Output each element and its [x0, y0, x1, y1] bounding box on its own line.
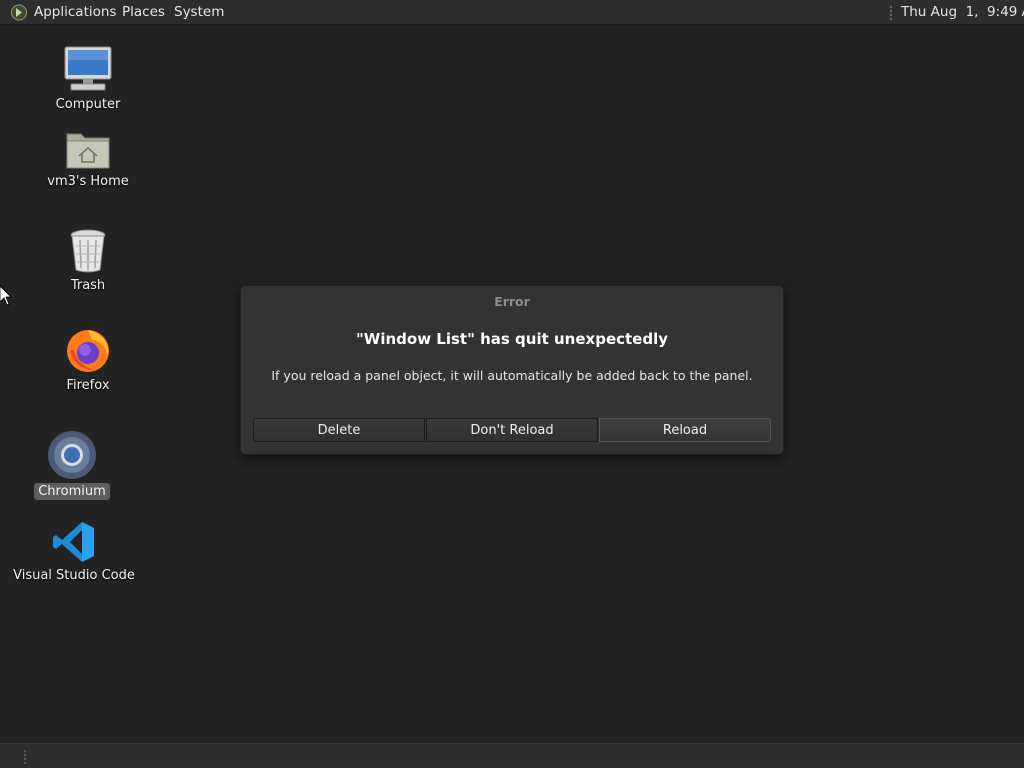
menu-applications[interactable]: Applications [34, 0, 116, 25]
desktop-icon-firefox[interactable]: Firefox [18, 326, 158, 394]
desktop-icon-computer[interactable]: Computer [18, 45, 158, 113]
trash-icon [70, 229, 106, 273]
chromium-icon [48, 431, 96, 479]
home-folder-icon [66, 133, 110, 169]
dialog-message: If you reload a panel object, it will au… [271, 368, 753, 383]
desktop-icon-label: Visual Studio Code [13, 568, 135, 583]
menu-system[interactable]: System [174, 0, 224, 25]
desktop-icon-vscode[interactable]: Visual Studio Code [4, 520, 144, 584]
desktop-icon-label: Firefox [66, 378, 110, 393]
desktop-icon-trash[interactable]: Trash [18, 228, 158, 294]
panel-handle-icon[interactable] [889, 5, 893, 21]
vscode-icon [53, 522, 94, 562]
desktop-icon-label: Trash [70, 278, 106, 293]
bottom-panel [0, 743, 1024, 768]
desktop-icon-label: vm3's Home [47, 174, 129, 189]
desktop-icon-chromium[interactable]: Chromium [2, 430, 142, 500]
reload-button[interactable]: Reload [599, 418, 771, 442]
dialog-heading: "Window List" has quit unexpectedly [355, 330, 669, 348]
desktop-icon-label: Chromium [34, 483, 110, 500]
mouse-cursor-icon [0, 286, 12, 306]
panel-handle-icon[interactable] [23, 749, 27, 765]
error-dialog: Error "Window List" has quit unexpectedl… [240, 285, 784, 455]
desktop-icon-label: Computer [55, 97, 121, 112]
dialog-title: Error [494, 294, 530, 309]
desktop-icon-home[interactable]: vm3's Home [18, 128, 158, 190]
firefox-icon [67, 330, 109, 372]
delete-button[interactable]: Delete [253, 418, 425, 442]
computer-icon [64, 46, 112, 91]
top-panel: Applications Places System Thu Aug 1, 9:… [0, 0, 1024, 25]
gnome-foot-icon[interactable] [10, 4, 28, 21]
menu-places[interactable]: Places [122, 0, 165, 25]
dont-reload-button[interactable]: Don't Reload [426, 418, 598, 442]
clock[interactable]: Thu Aug 1, 9:49 AM [901, 0, 1024, 25]
